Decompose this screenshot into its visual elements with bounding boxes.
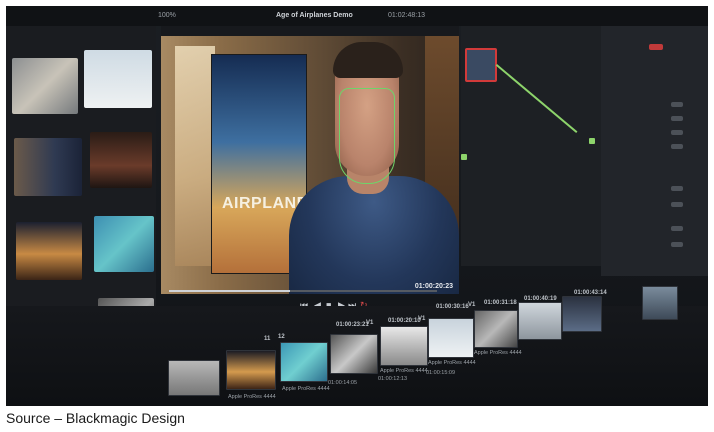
- track-tag: V1: [366, 320, 374, 326]
- clip-codec-label: Apple ProRes 4444: [474, 350, 522, 356]
- clip-timecode: 01:00:23:21: [336, 322, 369, 328]
- param-field[interactable]: [671, 202, 683, 207]
- image-caption: Source – Blackmagic Design: [6, 410, 185, 426]
- media-thumbnail[interactable]: [12, 58, 78, 114]
- viewer-scrub-bar[interactable]: [169, 290, 437, 292]
- timeline-clip[interactable]: [562, 296, 602, 332]
- clip-timecode: 01:00:31:18: [484, 300, 517, 306]
- param-field[interactable]: [671, 242, 683, 247]
- param-field[interactable]: [671, 116, 683, 121]
- timeline-clip[interactable]: [474, 310, 518, 348]
- media-thumbnail[interactable]: [84, 50, 152, 108]
- node-editor: [461, 26, 601, 266]
- color-node[interactable]: [465, 48, 497, 82]
- clip-codec-label: Apple ProRes 4444: [282, 386, 330, 392]
- param-field[interactable]: [671, 186, 683, 191]
- param-field[interactable]: [671, 226, 683, 231]
- title-timecode: 01:02:48:13: [388, 12, 425, 19]
- project-title: Age of Airplanes Demo: [276, 12, 353, 19]
- clip-codec-label: Apple ProRes 4444: [228, 394, 276, 400]
- viewer-timecode: 01:00:20:23: [414, 283, 453, 290]
- face-tracking-mask[interactable]: [339, 88, 395, 184]
- timeline-clip[interactable]: [330, 334, 378, 374]
- track-tag: 12: [278, 334, 285, 340]
- resolve-screen: 100% Age of Airplanes Demo 01:02:48:13 A…: [6, 6, 708, 406]
- lower-timecode: 01:00:12:13: [378, 376, 408, 382]
- clip-timecode: 01:00:20:10: [388, 318, 421, 324]
- video-viewer[interactable]: AIRPLANES 01:00:20:23: [161, 36, 459, 294]
- param-field[interactable]: [671, 144, 683, 149]
- clip-timecode: 01:00:30:16: [436, 304, 469, 310]
- media-thumbnail[interactable]: [90, 132, 152, 188]
- node-output-dot[interactable]: [589, 138, 595, 144]
- media-thumbnail[interactable]: [94, 216, 154, 272]
- lower-timecode: 01:00:14:05: [328, 380, 358, 386]
- clip-codec-label: Apple ProRes 4444: [380, 368, 428, 374]
- track-tag: 11: [264, 336, 271, 342]
- timeline: 11 12 01:00:23:21 V1 01:00:20:10 V1 01:0…: [6, 286, 708, 406]
- zoom-level[interactable]: 100%: [158, 12, 176, 19]
- screenshot: 100% Age of Airplanes Demo 01:02:48:13 A…: [6, 6, 708, 406]
- lamp-shape: [175, 46, 215, 266]
- timeline-clip[interactable]: [280, 342, 328, 382]
- media-thumbnail[interactable]: [16, 222, 82, 280]
- param-field[interactable]: [671, 130, 683, 135]
- timeline-clip[interactable]: [168, 360, 220, 396]
- clip-codec-label: Apple ProRes 4444: [428, 360, 476, 366]
- viewer-toolbar: [161, 26, 459, 36]
- title-bar: 100% Age of Airplanes Demo 01:02:48:13: [6, 6, 708, 26]
- media-thumbnail[interactable]: [14, 138, 82, 196]
- timeline-clip[interactable]: [428, 318, 474, 358]
- timeline-clip[interactable]: [518, 302, 562, 340]
- lower-timecode: 01:00:15:09: [426, 370, 456, 376]
- inspector-panel: [601, 26, 708, 276]
- track-tag: V1: [418, 316, 426, 322]
- node-connection: [496, 64, 578, 133]
- toggle-switch[interactable]: [649, 44, 663, 50]
- timeline-clip[interactable]: [380, 326, 428, 366]
- node-input-dot[interactable]: [461, 154, 467, 160]
- track-tag: V1: [468, 302, 476, 308]
- timeline-clip[interactable]: [226, 350, 276, 390]
- param-field[interactable]: [671, 102, 683, 107]
- poster-title: AIRPLANES: [222, 195, 319, 212]
- scrub-progress: [169, 290, 290, 292]
- timeline-clip[interactable]: [642, 286, 678, 320]
